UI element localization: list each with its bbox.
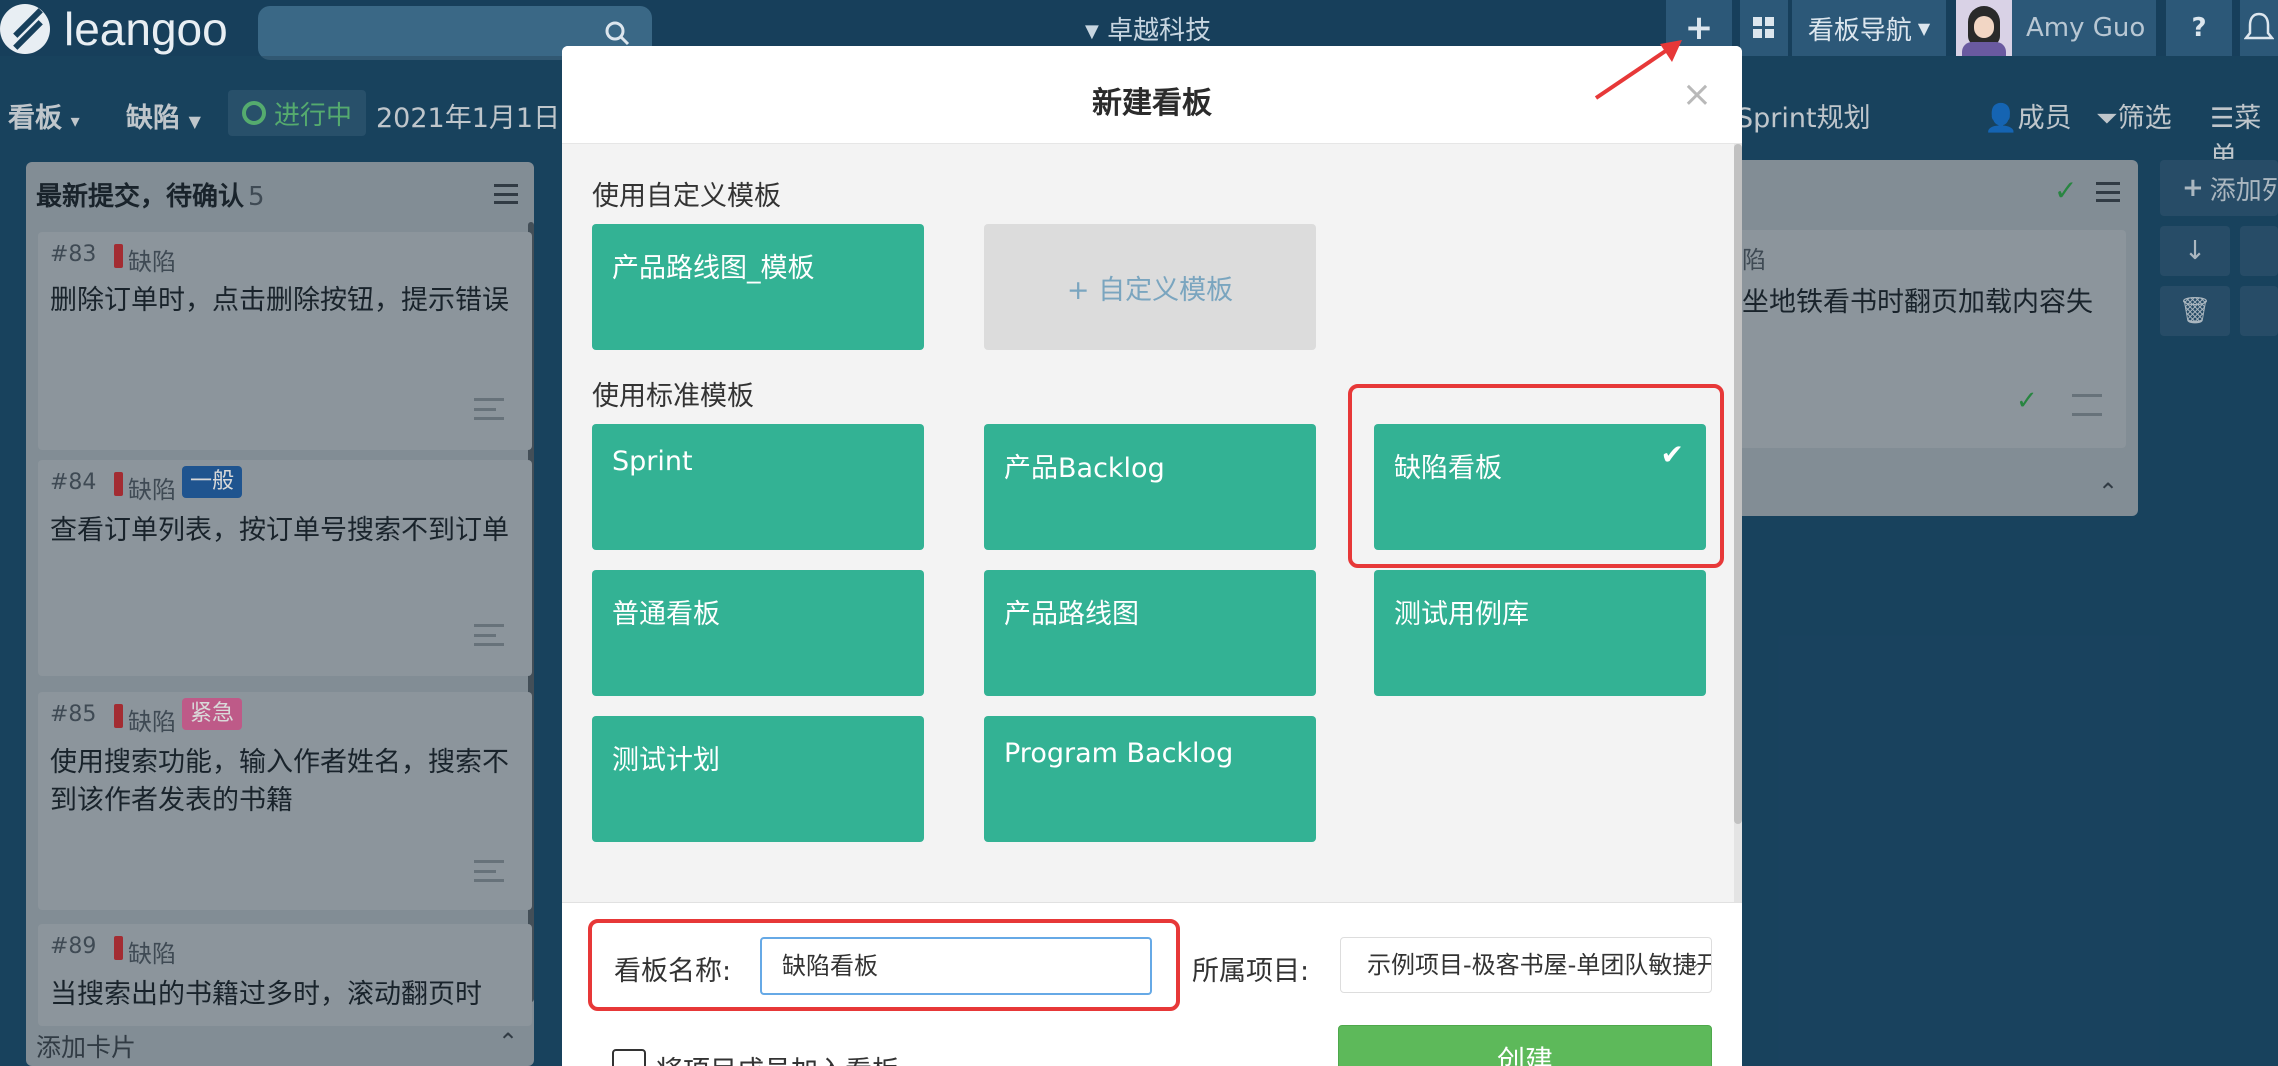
caret-down-icon: ▼ [1917, 18, 1931, 38]
add-custom-template-button[interactable]: + 自定义模板 [984, 224, 1316, 350]
standard-template-heading: 使用标准模板 [592, 381, 754, 412]
org-switcher[interactable]: ▼ 卓越科技 [1085, 10, 1211, 47]
template-card[interactable]: Program Backlog [984, 716, 1316, 842]
dialog-header: 新建看板 × [562, 46, 1742, 144]
chevron-down-icon: ⌵ [1682, 952, 1699, 977]
template-card[interactable]: 产品路线图_模板 [592, 224, 924, 350]
logo-text: leangoo [64, 3, 228, 55]
template-label: 产品Backlog [1004, 453, 1165, 484]
bell-icon [2244, 12, 2274, 40]
add-members-checkbox[interactable] [612, 1049, 646, 1066]
org-name: 卓越科技 [1107, 16, 1212, 46]
template-card[interactable]: 测试计划 [592, 716, 924, 842]
custom-template-heading: 使用自定义模板 [592, 181, 781, 212]
annotation-arrow [1594, 40, 1682, 100]
user-name: Amy Guo [2026, 13, 2146, 43]
user-menu[interactable]: Amy Guo [1956, 0, 2156, 56]
new-board-dialog: 新建看板 × 使用自定义模板 产品路线图_模板 + 自定义模板 使用标准模板 S… [562, 46, 1742, 1066]
add-members-label[interactable]: 将项目成员加入看板 [656, 1049, 899, 1066]
leangoo-logo-icon [0, 4, 50, 54]
template-card[interactable]: Sprint [592, 424, 924, 550]
grid-icon [1753, 17, 1774, 38]
template-card[interactable]: 测试用例库 [1374, 570, 1706, 696]
project-label: 所属项目: [1192, 956, 1310, 987]
create-button[interactable]: 创建 [1338, 1025, 1712, 1066]
avatar [1956, 0, 2012, 56]
dialog-scrollbar[interactable] [1734, 144, 1742, 902]
scrollbar-thumb[interactable] [1734, 144, 1742, 824]
highlight-box [588, 919, 1180, 1011]
notification-button[interactable] [2240, 0, 2278, 56]
template-label: 普通看板 [612, 599, 720, 630]
project-value: 示例项目-极客书屋-单团队敏捷开发 [1367, 951, 1712, 979]
board-nav-label: 看板导航 [1807, 15, 1912, 46]
template-card[interactable]: 普通看板 [592, 570, 924, 696]
template-card[interactable]: 产品路线图 [984, 570, 1316, 696]
board-nav-dropdown[interactable]: 看板导航 ▼ [1792, 0, 1946, 56]
dialog-footer: 看板名称: 缺陷看板 所属项目: 示例项目-极客书屋-单团队敏捷开发⌵ 将项目成… [562, 902, 1742, 1066]
help-button[interactable]: ? [2166, 0, 2232, 56]
template-label: 产品路线图 [1004, 599, 1139, 630]
highlight-box [1348, 384, 1724, 568]
template-label: Program Backlog [1004, 738, 1234, 769]
caret-down-icon: ▼ [1085, 21, 1099, 42]
template-label: 测试用例库 [1394, 599, 1529, 630]
template-list: 使用自定义模板 产品路线图_模板 + 自定义模板 使用标准模板 Sprint 产… [562, 144, 1742, 902]
help-icon: ? [2191, 13, 2207, 43]
add-custom-label: + 自定义模板 [1066, 274, 1234, 306]
logo[interactable]: leangoo [0, 2, 228, 56]
board-grid-button[interactable] [1740, 0, 1788, 56]
template-label: 测试计划 [612, 745, 720, 776]
dialog-title: 新建看板 [1092, 86, 1212, 121]
search-icon[interactable] [604, 20, 630, 46]
template-card[interactable]: 产品Backlog [984, 424, 1316, 550]
project-select[interactable]: 示例项目-极客书屋-单团队敏捷开发 ⌵ [1340, 937, 1712, 993]
template-label: 产品路线图_模板 [612, 253, 815, 284]
template-label: Sprint [612, 446, 693, 477]
